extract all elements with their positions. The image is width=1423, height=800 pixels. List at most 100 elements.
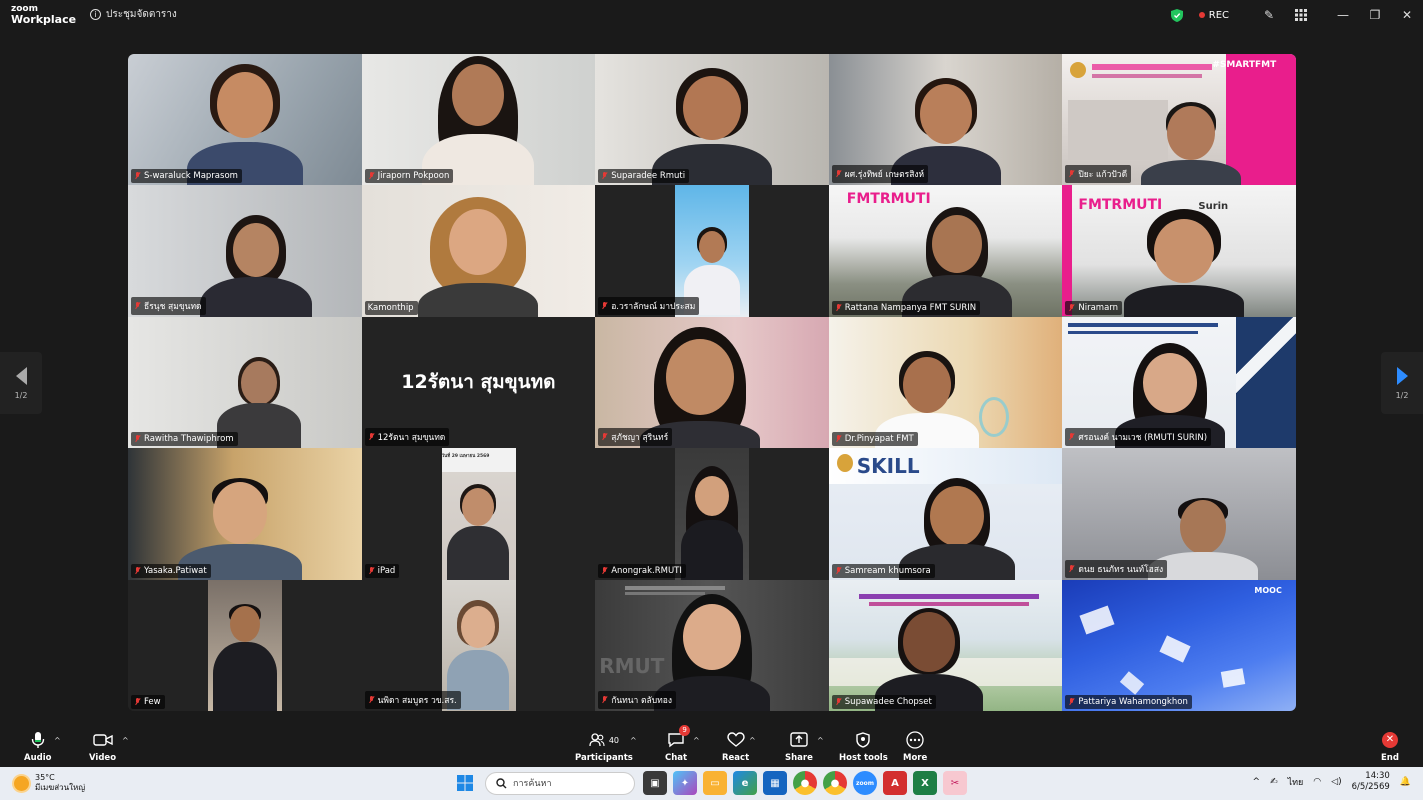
- end-meeting-button[interactable]: ✕ End: [1381, 730, 1399, 763]
- copilot-icon[interactable]: ✦: [673, 771, 697, 795]
- windows-start-icon[interactable]: [453, 771, 477, 795]
- participant-name-tag: Pattariya Wahamongkhon: [1065, 694, 1192, 709]
- participant-name-tag: Suparadee Rmuti: [598, 169, 690, 184]
- more-dots-icon: [906, 731, 924, 749]
- muted-mic-icon: [835, 303, 842, 312]
- audio-options-caret-icon[interactable]: ^: [54, 736, 61, 745]
- file-explorer-icon[interactable]: ▭: [703, 771, 727, 795]
- participant-tile[interactable]: Supawadee Chopset: [828, 579, 1063, 711]
- video-button[interactable]: Video: [89, 730, 116, 763]
- participant-name-tag: นพิดา สมบูตร วข.สร.: [364, 690, 461, 709]
- minimize-icon[interactable]: —: [1327, 0, 1359, 30]
- recording-indicator[interactable]: REC: [1198, 10, 1229, 21]
- university-seal-icon: [836, 454, 853, 473]
- muted-mic-icon: [835, 170, 842, 178]
- participant-tile[interactable]: Yasaka.Patiwat: [128, 448, 362, 580]
- muted-mic-icon: [134, 172, 141, 180]
- participant-tile[interactable]: SKILL Samream khumsora: [828, 448, 1063, 580]
- snipping-tool-icon[interactable]: ✂: [943, 771, 967, 795]
- restore-icon[interactable]: ❐: [1359, 0, 1391, 30]
- participant-tile[interactable]: อ.วราลักษณ์ มาประสม: [595, 185, 829, 317]
- share-options-caret-icon[interactable]: ^: [817, 736, 824, 745]
- previous-page-button[interactable]: 1/2: [0, 352, 42, 414]
- acrobat-icon[interactable]: A: [883, 771, 907, 795]
- title-bar: zoom Workplace i ประชุมจัดตาราง REC ✎ — …: [0, 0, 1423, 30]
- close-icon[interactable]: ✕: [1391, 0, 1423, 30]
- participant-tile-camera-off[interactable]: 12รัตนา สุมขุนทด 12รัตนา สุมขุนทด: [361, 316, 596, 449]
- participant-tile[interactable]: MOOC Pattariya Wahamongkhon: [1062, 579, 1296, 711]
- muted-mic-icon: [1068, 564, 1075, 573]
- participant-tile[interactable]: Few: [128, 579, 362, 711]
- meeting-controls: Audio ^ Video ^ 40 Participants ^ 9 Chat…: [0, 725, 1423, 767]
- muted-mic-icon: [835, 566, 842, 575]
- notifications-bell-icon[interactable]: 🔔: [1400, 777, 1411, 787]
- participant-tile[interactable]: นพิดา สมบูตร วข.สร.: [361, 579, 596, 711]
- participant-tile[interactable]: RMUT กันทนา ตลับทอง: [595, 579, 829, 711]
- task-view-icon[interactable]: ▣: [643, 771, 667, 795]
- zoom-app-icon[interactable]: zoom: [853, 771, 877, 795]
- participant-tile-active-speaker[interactable]: Jiraporn Pokpoon: [361, 54, 596, 186]
- annotate-pen-icon[interactable]: ✎: [1253, 0, 1285, 30]
- react-button[interactable]: React: [722, 730, 749, 763]
- more-button[interactable]: More: [903, 730, 927, 763]
- participants-options-caret-icon[interactable]: ^: [630, 736, 637, 745]
- muted-mic-icon: [601, 301, 608, 310]
- chat-button[interactable]: 9 Chat: [665, 725, 691, 763]
- participant-tile[interactable]: Kamonthip: [361, 185, 596, 317]
- participant-name-tag: Few: [131, 694, 165, 709]
- chat-options-caret-icon[interactable]: ^: [693, 736, 700, 745]
- participant-tile[interactable]: ธีรนุช สุมขุนทด: [128, 185, 362, 317]
- edge-browser-icon[interactable]: e: [733, 771, 757, 795]
- next-page-button[interactable]: 1/2: [1381, 352, 1423, 414]
- windows-taskbar: 35°C มีเมฆส่วนใหญ่ การค้นหา ▣ ✦ ▭ e ▦ ● …: [0, 767, 1423, 800]
- participants-button[interactable]: 40 Participants: [575, 730, 633, 763]
- participant-name-tag: Jiraporn Pokpoon: [364, 169, 454, 184]
- meeting-title: ประชุมจัดตาราง: [106, 9, 177, 20]
- meeting-info[interactable]: i ประชุมจัดตาราง: [90, 7, 177, 22]
- wifi-icon[interactable]: ◠: [1313, 777, 1321, 787]
- participant-tile[interactable]: วันที่ 29 เมษายน 2569 iPad: [361, 448, 596, 580]
- participant-name-tag: Yasaka.Patiwat: [131, 563, 211, 578]
- show-hidden-icons-chevron-icon[interactable]: ^: [1252, 777, 1260, 787]
- host-tools-button[interactable]: Host tools: [839, 730, 888, 763]
- weather-widget[interactable]: 35°C มีเมฆส่วนใหญ่: [14, 773, 85, 793]
- participant-tile[interactable]: FMTRMUTI Rattana Nampanya FMT SURIN: [828, 185, 1063, 317]
- participant-tile[interactable]: Anongrak.RMUTI: [595, 448, 829, 580]
- participant-tile[interactable]: Rawitha Thawiphrom: [128, 316, 362, 449]
- encryption-shield-icon[interactable]: [1170, 8, 1183, 22]
- participant-tile[interactable]: ดนย ธนภัทร นนท์โฮสง: [1062, 448, 1296, 580]
- audio-button[interactable]: Audio: [24, 730, 51, 763]
- video-options-caret-icon[interactable]: ^: [122, 736, 129, 745]
- clock[interactable]: 14:30 6/5/2569: [1352, 771, 1390, 793]
- participant-tile[interactable]: ศรอนงค์ นามเวช (RMUTI SURIN): [1062, 316, 1296, 449]
- participant-tile[interactable]: #SMARTFMT ปิยะ แก้วปัวดี: [1062, 54, 1296, 186]
- muted-mic-icon: [1068, 170, 1075, 178]
- participant-tile[interactable]: FMTRMUTI Surin Niramarn: [1062, 185, 1296, 317]
- react-options-caret-icon[interactable]: ^: [749, 736, 756, 745]
- muted-mic-icon: [134, 697, 141, 706]
- volume-icon[interactable]: ◁): [1331, 777, 1341, 787]
- pen-input-icon[interactable]: ✍: [1270, 777, 1278, 787]
- muted-mic-icon: [368, 433, 375, 441]
- participant-name-tag: Dr.Pinyapat FMT: [831, 432, 918, 447]
- microsoft-store-icon[interactable]: ▦: [763, 771, 787, 795]
- gallery-view-icon[interactable]: [1285, 0, 1317, 30]
- participant-tile[interactable]: S-waraluck Maprasom: [128, 54, 362, 186]
- excel-icon[interactable]: X: [913, 771, 937, 795]
- chrome-profile-icon[interactable]: ●: [823, 771, 847, 795]
- taskbar-search-box[interactable]: การค้นหา: [485, 771, 635, 795]
- chrome-icon[interactable]: ●: [793, 771, 817, 795]
- muted-mic-icon: [368, 695, 375, 704]
- participant-name-tag: ดนย ธนภัทร นนท์โฮสง: [1065, 559, 1168, 578]
- microphone-icon: [31, 732, 44, 748]
- participant-tile[interactable]: สุภัชญา สุรินทร์: [595, 316, 829, 449]
- participant-name-tag: อ.วราลักษณ์ มาประสม: [598, 296, 700, 315]
- participant-tile[interactable]: Dr.Pinyapat FMT: [828, 316, 1063, 449]
- participant-tile[interactable]: Suparadee Rmuti: [595, 54, 829, 186]
- participant-tile[interactable]: ผศ.รุ่งทิพย์ เกษตรสิงห์: [828, 54, 1063, 186]
- share-button[interactable]: Share: [785, 730, 813, 763]
- video-camera-icon: [92, 734, 113, 746]
- language-indicator[interactable]: ไทย: [1288, 775, 1304, 789]
- muted-mic-icon: [601, 695, 608, 704]
- end-x-icon: ✕: [1381, 732, 1398, 748]
